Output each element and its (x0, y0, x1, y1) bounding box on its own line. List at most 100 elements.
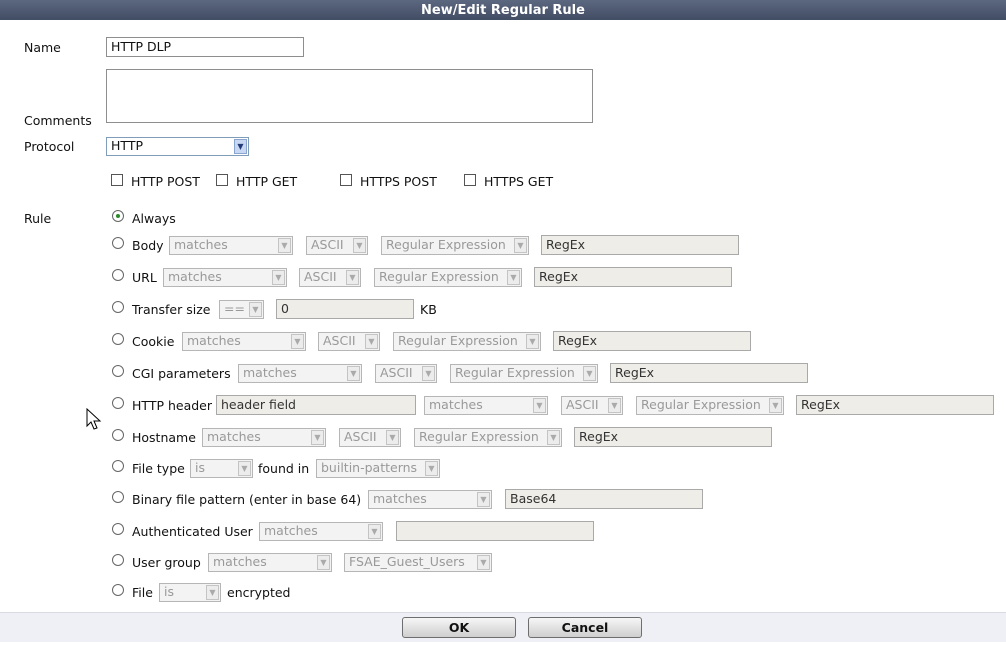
rule-http-header-radio[interactable] (112, 397, 124, 409)
ok-button[interactable]: OK (402, 617, 516, 638)
body-value-input[interactable]: RegEx (541, 235, 739, 255)
transfer-size-operator-select[interactable]: == ▼ (219, 300, 264, 319)
chevron-down-icon: ▼ (317, 555, 330, 570)
http-get-label: HTTP GET (236, 174, 298, 189)
http-get-checkbox[interactable] (216, 174, 228, 186)
user-group-operator-select[interactable]: matches ▼ (208, 553, 332, 572)
hostname-encoding-value: ASCII (344, 429, 377, 444)
transfer-size-input[interactable]: 0 (276, 299, 414, 319)
hostname-encoding-select[interactable]: ASCII ▼ (339, 428, 401, 447)
chevron-down-icon: ▼ (526, 334, 539, 349)
url-encoding-value: ASCII (304, 269, 337, 284)
user-group-select[interactable]: FSAE_Guest_Users ▼ (344, 553, 492, 572)
chevron-down-icon: ▼ (353, 238, 366, 253)
rule-file-type-label: File type (132, 461, 185, 476)
chevron-down-icon: ▼ (477, 555, 490, 570)
rule-body-radio[interactable] (112, 237, 124, 249)
user-group-value: FSAE_Guest_Users (349, 554, 465, 569)
rule-user-group-radio[interactable] (112, 554, 124, 566)
chevron-down-icon: ▼ (533, 398, 546, 413)
protocol-select[interactable]: HTTP ▼ (106, 137, 249, 156)
url-encoding-select[interactable]: ASCII ▼ (299, 268, 361, 287)
rule-hostname-label: Hostname (132, 430, 196, 445)
cgi-type-select[interactable]: Regular Expression ▼ (450, 364, 598, 383)
http-post-label: HTTP POST (131, 174, 200, 189)
protocol-label: Protocol (24, 139, 75, 154)
https-get-checkbox[interactable] (464, 174, 476, 186)
chevron-down-icon: ▼ (769, 398, 782, 413)
rule-file-type-radio[interactable] (112, 460, 124, 472)
http-post-checkbox[interactable] (111, 174, 123, 186)
cgi-operator-select[interactable]: matches ▼ (238, 364, 362, 383)
cookie-encoding-select[interactable]: ASCII ▼ (318, 332, 380, 351)
file-type-source-value: builtin-patterns (321, 460, 418, 475)
binary-operator-value: matches (373, 491, 427, 506)
name-input[interactable]: HTTP DLP (106, 37, 304, 57)
file-operator-select[interactable]: is ▼ (159, 583, 221, 602)
http-header-value-input[interactable]: RegEx (796, 395, 994, 415)
cookie-encoding-value: ASCII (323, 333, 356, 348)
file-type-source-select[interactable]: builtin-patterns ▼ (316, 459, 440, 478)
cgi-encoding-value: ASCII (380, 365, 413, 380)
http-header-encoding-select[interactable]: ASCII ▼ (561, 396, 623, 415)
chevron-down-icon: ▼ (249, 302, 262, 317)
cookie-value-input[interactable]: RegEx (553, 331, 751, 351)
chevron-down-icon: ▼ (422, 366, 435, 381)
rule-transfer-size-radio[interactable] (112, 301, 124, 313)
http-header-field-input[interactable]: header field (216, 395, 416, 415)
cgi-value-input[interactable]: RegEx (610, 363, 808, 383)
rule-user-group-label: User group (132, 555, 201, 570)
rule-url-radio[interactable] (112, 269, 124, 281)
url-value-input[interactable]: RegEx (534, 267, 732, 287)
chevron-down-icon: ▼ (608, 398, 621, 413)
body-operator-select[interactable]: matches ▼ (169, 236, 293, 255)
rule-cookie-radio[interactable] (112, 333, 124, 345)
http-header-type-value: Regular Expression (641, 397, 761, 412)
chevron-down-icon: ▼ (291, 334, 304, 349)
url-type-select[interactable]: Regular Expression ▼ (374, 268, 522, 287)
auth-user-operator-select[interactable]: matches ▼ (259, 522, 383, 541)
cancel-button[interactable]: Cancel (528, 617, 642, 638)
https-post-checkbox[interactable] (340, 174, 352, 186)
user-group-operator-value: matches (213, 554, 267, 569)
file-type-operator-select[interactable]: is ▼ (190, 459, 253, 478)
comments-textarea[interactable] (106, 69, 593, 123)
rule-binary-label: Binary file pattern (enter in base 64) (132, 492, 362, 507)
cookie-type-select[interactable]: Regular Expression ▼ (393, 332, 541, 351)
rule-cgi-label: CGI parameters (132, 366, 231, 381)
rule-auth-user-radio[interactable] (112, 523, 124, 535)
chevron-down-icon: ▼ (206, 585, 219, 600)
rule-body-label: Body (132, 238, 164, 253)
cgi-encoding-select[interactable]: ASCII ▼ (375, 364, 437, 383)
chevron-down-icon: ▼ (368, 524, 381, 539)
chevron-down-icon: ▼ (238, 461, 251, 476)
rule-label: Rule (24, 211, 52, 226)
http-header-operator-select[interactable]: matches ▼ (424, 396, 548, 415)
body-type-select[interactable]: Regular Expression ▼ (381, 236, 529, 255)
hostname-value-input[interactable]: RegEx (574, 427, 772, 447)
chevron-down-icon: ▼ (477, 492, 490, 507)
rule-hostname-radio[interactable] (112, 429, 124, 441)
hostname-operator-select[interactable]: matches ▼ (202, 428, 326, 447)
chevron-down-icon: ▼ (278, 238, 291, 253)
rule-binary-radio[interactable] (112, 491, 124, 503)
url-operator-select[interactable]: matches ▼ (163, 268, 287, 287)
rule-always-radio[interactable] (112, 210, 124, 222)
auth-user-value-input[interactable] (396, 521, 594, 541)
http-header-type-select[interactable]: Regular Expression ▼ (636, 396, 784, 415)
rule-always-label: Always (132, 211, 176, 226)
binary-value-input[interactable]: Base64 (505, 489, 703, 509)
rule-cgi-radio[interactable] (112, 365, 124, 377)
body-encoding-select[interactable]: ASCII ▼ (306, 236, 368, 255)
hostname-type-value: Regular Expression (419, 429, 539, 444)
protocol-select-value: HTTP (111, 138, 143, 153)
chevron-down-icon: ▼ (425, 461, 438, 476)
rule-file-radio[interactable] (112, 584, 124, 596)
cookie-operator-select[interactable]: matches ▼ (182, 332, 306, 351)
rule-file-label: File (132, 585, 153, 600)
body-operator-value: matches (174, 237, 228, 252)
hostname-type-select[interactable]: Regular Expression ▼ (414, 428, 562, 447)
binary-operator-select[interactable]: matches ▼ (368, 490, 492, 509)
rule-auth-user-label: Authenticated User (132, 524, 253, 539)
file-type-operator-value: is (195, 460, 205, 475)
